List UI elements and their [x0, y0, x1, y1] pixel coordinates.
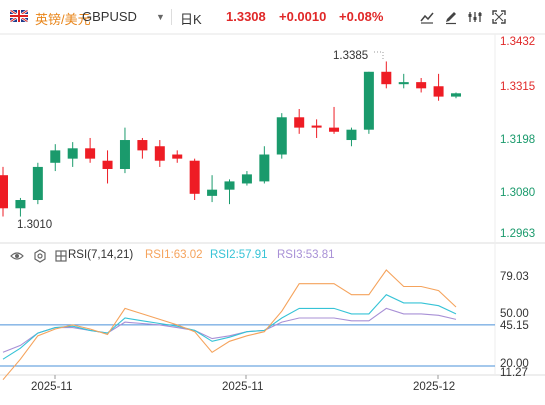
candle-body	[363, 71, 374, 130]
candle-body	[85, 148, 96, 159]
candle-body	[137, 140, 148, 151]
grid-icon[interactable]	[54, 249, 68, 263]
rsi-tick-label: 11.27	[500, 367, 528, 379]
candle-body	[416, 82, 427, 89]
price-tick-label: 1.2963	[500, 228, 536, 240]
high-annotation: 1.3385	[333, 50, 369, 62]
candle-body	[67, 148, 78, 159]
candle-body	[119, 140, 130, 169]
settings-gear-icon[interactable]	[33, 249, 47, 263]
candle-body	[398, 82, 409, 85]
candle-body	[172, 154, 183, 159]
candle-body	[50, 150, 61, 163]
price-tick-label: 1.3198	[500, 134, 536, 146]
rsi1-value: RSI1:63.02	[145, 249, 203, 261]
price-tick-label: 1.3315	[500, 81, 536, 93]
candlestick-chart[interactable]	[0, 0, 545, 405]
candle-body	[154, 146, 165, 161]
candle-body	[381, 71, 392, 85]
price-tick-label: 1.3432	[500, 36, 536, 48]
date-label: 2025-12	[413, 381, 456, 393]
low-annotation: 1.3010	[17, 219, 53, 231]
rsi-indicator-label[interactable]: RSI(7,14,21)	[68, 249, 133, 261]
candle-body	[294, 117, 305, 128]
rsi3-line	[2, 307, 457, 353]
rsi-tick-label: 50.00	[500, 308, 529, 320]
rsi-tick-label: 79.03	[500, 271, 529, 283]
date-label: 2025-11	[31, 381, 73, 393]
candle-body	[189, 160, 200, 194]
candle-body	[32, 166, 43, 201]
candle-body	[451, 93, 461, 97]
rsi3-value: RSI3:53.81	[277, 249, 335, 261]
candle-body	[329, 127, 340, 132]
candle-body	[433, 86, 444, 97]
candle-body	[207, 189, 218, 196]
rsi2-value: RSI2:57.91	[210, 249, 268, 261]
rsi-tick-label: 45.15	[500, 320, 529, 332]
date-label: 2025-11	[222, 381, 264, 393]
rsi2-line	[2, 294, 457, 360]
candle-body	[259, 154, 270, 182]
candle-body	[15, 200, 26, 209]
eye-icon[interactable]	[10, 249, 24, 263]
candle-body	[102, 160, 113, 169]
price-tick-label: 1.3080	[500, 187, 536, 199]
candle-body	[0, 175, 8, 209]
candle-body	[346, 129, 357, 141]
candle-body	[241, 174, 252, 184]
candle-body	[311, 125, 322, 128]
candle-body	[224, 181, 235, 190]
candle-body	[276, 117, 287, 155]
